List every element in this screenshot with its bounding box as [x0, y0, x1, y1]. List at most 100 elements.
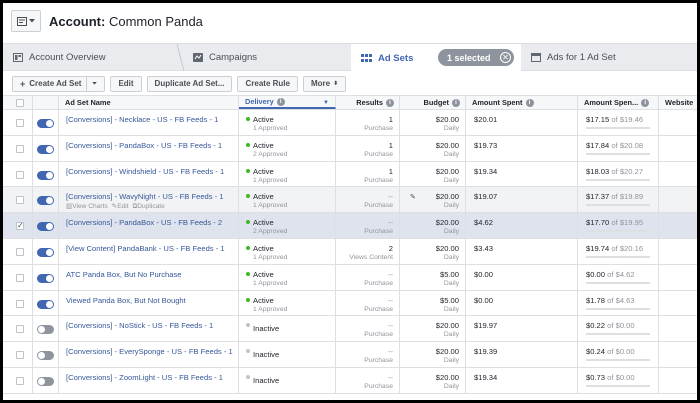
ad-set-name-link[interactable]: Viewed Panda Box, But Not Bought — [66, 296, 186, 305]
row-checkbox[interactable] — [16, 170, 24, 179]
duplicate-button[interactable]: Duplicate Ad Set... — [146, 75, 233, 92]
create-ad-set-button[interactable]: + Create Ad Set — [12, 75, 106, 92]
tab-account-overview[interactable]: Account Overview — [3, 44, 181, 71]
chevron-down-icon[interactable] — [86, 76, 98, 91]
row-delivery-cell: Inactive — [239, 342, 336, 367]
edit-action[interactable]: ✎Edit — [112, 203, 129, 210]
row-checkbox[interactable] — [16, 376, 24, 385]
row-on-off-toggle[interactable] — [37, 196, 54, 206]
ad-set-name-link[interactable]: ATC Panda Box, But No Purchase — [66, 270, 182, 279]
budget-value[interactable]: $20.00 — [436, 167, 459, 176]
table-row[interactable]: [Conversions] - Windshield - US - FB Fee… — [3, 161, 697, 188]
duplicate-action[interactable]: ⧉Duplicate — [133, 203, 165, 210]
amount-spent-of-limit: $0.73 of $0.00 — [586, 373, 635, 382]
row-on-off-toggle[interactable] — [37, 299, 54, 309]
table-row[interactable]: [Conversions] - ZoomLight - US - FB Feed… — [3, 367, 697, 394]
row-amount-pct-cell: $0.22 of $0.00 — [578, 316, 659, 342]
info-icon[interactable]: i — [276, 97, 285, 106]
column-ad-set-name[interactable]: Ad Set Name — [59, 96, 239, 109]
ad-set-name-link[interactable]: [Conversions] - Windshield - US - FB Fee… — [66, 167, 224, 176]
amount-spent-of-limit: $0.00 of $4.62 — [586, 270, 635, 279]
row-results-cell: -- Purchase — [336, 264, 400, 290]
budget-value[interactable]: $20.00 — [436, 321, 459, 330]
row-on-off-toggle[interactable] — [37, 376, 54, 386]
table-row[interactable]: Viewed Panda Box, But Not Bought Active … — [3, 290, 697, 317]
sort-down-icon[interactable]: ▼ — [323, 100, 329, 106]
tab-ads[interactable]: Ads for 1 Ad Set — [521, 44, 697, 71]
column-website[interactable]: Website — [659, 96, 697, 109]
budget-value[interactable]: $5.00 — [440, 270, 459, 279]
row-checkbox[interactable] — [16, 247, 24, 256]
row-checkbox[interactable] — [16, 196, 24, 205]
clear-selection-icon[interactable]: ✕ — [500, 52, 511, 63]
selection-pill[interactable]: 1 selected ✕ — [438, 49, 514, 66]
select-all-checkbox[interactable] — [16, 99, 24, 107]
column-amount-spent[interactable]: Amount Spent i — [466, 96, 578, 109]
info-icon[interactable]: i — [386, 98, 394, 107]
view-charts-action[interactable]: ▥View Charts — [66, 203, 108, 210]
table-row[interactable]: [Conversions] - NoStick - US - FB Feeds … — [3, 316, 697, 343]
row-checkbox[interactable] — [16, 299, 24, 308]
info-icon[interactable]: i — [641, 98, 650, 107]
row-amount-cell: $19.97 — [466, 316, 578, 342]
ad-set-name-link[interactable]: [Conversions] - NoStick - US - FB Feeds … — [66, 321, 213, 330]
header-check-cell — [3, 96, 33, 109]
budget-value[interactable]: $20.00 — [436, 192, 459, 201]
row-on-off-toggle[interactable] — [37, 119, 54, 128]
results-value: 1 — [388, 115, 393, 124]
more-button[interactable]: More ⬍ — [302, 75, 347, 92]
table-row[interactable]: [Conversions] - WavyNight - US - FB Feed… — [3, 187, 697, 214]
info-icon[interactable]: i — [452, 98, 460, 107]
row-checkbox[interactable] — [16, 273, 24, 282]
row-checkbox[interactable] — [16, 221, 24, 231]
ad-set-name-link[interactable]: [Conversions] - PandaBox - US - FB Feeds… — [66, 141, 222, 150]
row-on-off-toggle[interactable] — [37, 247, 54, 257]
row-on-off-toggle[interactable] — [37, 351, 54, 361]
edit-button[interactable]: Edit — [110, 75, 142, 92]
tab-campaigns[interactable]: Campaigns — [183, 44, 348, 71]
budget-value[interactable]: $5.00 — [440, 296, 459, 305]
column-results[interactable]: Results i — [336, 96, 400, 109]
row-checkbox[interactable] — [16, 144, 24, 153]
row-on-off-toggle[interactable] — [37, 222, 54, 232]
budget-value[interactable]: $20.00 — [436, 347, 459, 356]
row-website-cell — [659, 291, 697, 316]
header-toggle-cell — [33, 96, 59, 109]
row-checkbox[interactable] — [16, 119, 24, 127]
table-row[interactable]: ATC Panda Box, But No Purchase Active 1 … — [3, 264, 697, 291]
row-on-off-toggle[interactable] — [37, 325, 54, 335]
table-row[interactable]: [View Content] PandaBank - US - FB Feeds… — [3, 238, 697, 265]
row-checkbox[interactable] — [16, 325, 24, 334]
budget-type: Daily — [443, 279, 459, 287]
budget-value[interactable]: $20.00 — [436, 373, 459, 382]
row-on-off-toggle[interactable] — [37, 170, 54, 180]
table-row[interactable]: [Conversions] - Necklace - US - FB Feeds… — [3, 110, 697, 136]
overview-icon — [13, 53, 23, 62]
column-amount-spent-percent[interactable]: Amount Spen... i — [578, 96, 659, 109]
ad-set-name-link[interactable]: [Conversions] - WavyNight - US - FB Feed… — [66, 192, 224, 201]
info-icon[interactable]: i — [525, 98, 534, 107]
ad-set-name-link[interactable]: [Conversions] - EverySponge - US - FB Fe… — [66, 347, 233, 356]
row-on-off-toggle[interactable] — [37, 144, 54, 154]
create-rule-button[interactable]: Create Rule — [237, 75, 298, 92]
table-row[interactable]: [Conversions] - EverySponge - US - FB Fe… — [3, 342, 697, 368]
row-checkbox[interactable] — [16, 351, 24, 360]
budget-type: Daily — [443, 253, 459, 261]
ad-set-name-link[interactable]: [Conversions] - ZoomLight - US - FB Feed… — [66, 373, 223, 382]
edit-budget-pencil-icon[interactable]: ✎ — [410, 193, 416, 201]
ad-set-name-link[interactable]: [View Content] PandaBank - US - FB Feeds… — [66, 244, 225, 253]
row-on-off-toggle[interactable] — [37, 273, 54, 283]
column-delivery[interactable]: Delivery i ▼ — [239, 96, 336, 109]
budget-value[interactable]: $20.00 — [436, 218, 459, 227]
budget-value[interactable]: $20.00 — [436, 115, 459, 124]
table-row[interactable]: [Conversions] - PandaBox - US - FB Feeds… — [3, 213, 697, 239]
table-row[interactable]: [Conversions] - PandaBox - US - FB Feeds… — [3, 135, 697, 162]
ad-set-name-link[interactable]: [Conversions] - Necklace - US - FB Feeds… — [66, 115, 218, 124]
results-value: -- — [387, 192, 393, 202]
budget-value[interactable]: $20.00 — [436, 244, 459, 253]
column-budget[interactable]: Budget i — [400, 96, 466, 109]
budget-value[interactable]: $20.00 — [436, 141, 459, 150]
account-switcher-button[interactable] — [11, 10, 41, 32]
spend-progress-bar — [586, 281, 650, 284]
ad-set-name-link[interactable]: [Conversions] - PandaBox - US - FB Feeds… — [66, 218, 222, 227]
